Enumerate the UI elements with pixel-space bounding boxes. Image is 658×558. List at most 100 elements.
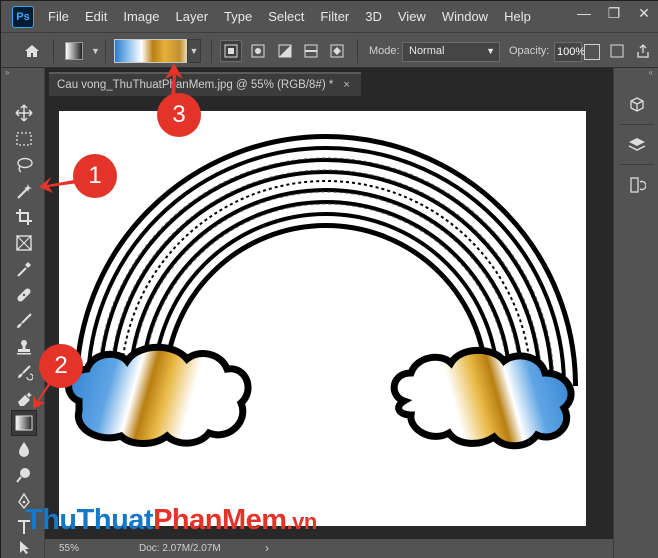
chevron-down-icon: ▼: [189, 46, 199, 56]
status-bar: 55% Doc: 2.07M/2.07M ›: [45, 539, 613, 558]
gradient-icon: [15, 415, 33, 431]
callout-arrow-1: [39, 177, 79, 193]
document-size: Doc: 2.07M/2.07M: [139, 543, 221, 554]
chevron-right-icon[interactable]: ›: [265, 541, 269, 555]
options-separator: [357, 39, 358, 63]
3d-panel-button[interactable]: [622, 90, 652, 120]
dodge-icon: [16, 468, 30, 483]
menu-bar: Ps File Edit Image Layer Type Select Fil…: [1, 1, 658, 32]
path-selection-tool[interactable]: [11, 538, 37, 556]
menu-select[interactable]: Select: [260, 1, 312, 32]
rainbow-artwork: [65, 134, 578, 450]
magic-wand-tool[interactable]: [11, 178, 37, 204]
dock-group-1: [614, 90, 658, 120]
eyedropper-tool[interactable]: [11, 256, 37, 282]
healing-brush-tool[interactable]: [11, 282, 37, 308]
history-icon: [630, 177, 646, 193]
brush-icon: [17, 313, 32, 328]
opacity-input[interactable]: 100%: [554, 42, 585, 62]
history-panel-button[interactable]: [622, 170, 652, 200]
blur-tool[interactable]: [11, 436, 37, 462]
tool-preset-picker[interactable]: [65, 42, 83, 60]
document-tab-title: Cau vong_ThuThuatPhanMem.jpg @ 55% (RGB/…: [57, 79, 334, 91]
opacity-label: Opacity:: [509, 45, 550, 57]
panel-collapse-icon[interactable]: «: [614, 68, 658, 82]
reflected-gradient-icon: [304, 44, 318, 58]
zoom-level[interactable]: 55%: [59, 543, 79, 554]
menu-3d[interactable]: 3D: [357, 1, 390, 32]
menu-help[interactable]: Help: [496, 1, 539, 32]
crop-icon: [16, 209, 32, 225]
frame-icon: [16, 235, 32, 251]
share-button[interactable]: [633, 41, 653, 61]
callout-badge-3: 3: [159, 95, 199, 135]
callout-arrow-2: [33, 379, 53, 409]
dock-group-2: [614, 130, 658, 160]
mode-select[interactable]: Normal ▼: [402, 42, 500, 62]
opacity-slider-button[interactable]: [584, 44, 600, 60]
gradient-tool[interactable]: [11, 410, 37, 436]
crop-tool[interactable]: [11, 204, 37, 230]
radial-gradient-icon: [251, 44, 265, 58]
layers-icon: [628, 138, 646, 151]
document-tab[interactable]: Cau vong_ThuThuatPhanMem.jpg @ 55% (RGB/…: [49, 72, 361, 96]
dock-separator: [620, 124, 654, 125]
watermark-part1: ThuThuat: [25, 504, 154, 536]
home-icon: [25, 45, 39, 57]
menu-type[interactable]: Type: [216, 1, 260, 32]
radial-gradient-button[interactable]: [247, 40, 269, 62]
checkbox-icon: [610, 44, 624, 58]
menu-file[interactable]: File: [40, 1, 77, 32]
watermark-part3: .vn: [286, 509, 318, 534]
panel-collapse-icon[interactable]: »: [1, 68, 44, 82]
diamond-gradient-button[interactable]: [326, 40, 348, 62]
close-button[interactable]: ✕: [629, 1, 658, 25]
dodge-tool[interactable]: [11, 462, 37, 488]
menu-view[interactable]: View: [390, 1, 434, 32]
layers-panel-button[interactable]: [622, 130, 652, 160]
stamp-icon: [17, 340, 31, 355]
panel-dock: «: [613, 68, 658, 558]
angle-gradient-button[interactable]: [274, 40, 296, 62]
share-icon: [637, 44, 649, 58]
mode-value: Normal: [409, 45, 445, 57]
chevron-down-icon[interactable]: ▼: [91, 46, 100, 70]
gradient-dropdown-button[interactable]: ▼: [187, 39, 201, 63]
menu-edit[interactable]: Edit: [77, 1, 115, 32]
move-tool[interactable]: [11, 100, 37, 126]
options-separator: [53, 39, 54, 63]
arrow-icon: [20, 541, 29, 554]
clone-stamp-tool[interactable]: [11, 334, 37, 360]
site-watermark: ThuThuatPhanMem.vn: [25, 504, 317, 537]
menu-filter[interactable]: Filter: [312, 1, 357, 32]
minimize-button[interactable]: —: [569, 1, 599, 25]
linear-gradient-button[interactable]: [220, 40, 242, 62]
home-button[interactable]: [19, 39, 45, 63]
reflected-gradient-button[interactable]: [300, 40, 322, 62]
options-bar: ▼ ▼ Mode: Normal ▼ Opacity: 100%: [1, 32, 658, 68]
mode-label: Mode:: [369, 45, 400, 57]
frame-tool[interactable]: [11, 230, 37, 256]
options-separator: [105, 39, 106, 63]
dock-separator: [620, 164, 654, 165]
gradient-picker[interactable]: [114, 39, 192, 63]
restore-button[interactable]: ❐: [599, 1, 629, 25]
reverse-checkbox[interactable]: [607, 41, 627, 61]
watermark-part2: PhanMem: [153, 504, 287, 536]
brush-tool[interactable]: [11, 308, 37, 334]
image-canvas[interactable]: [59, 111, 586, 526]
menu-window[interactable]: Window: [434, 1, 496, 32]
eyedropper-icon: [17, 262, 31, 277]
marquee-tool[interactable]: [11, 126, 37, 152]
bandage-icon: [17, 288, 31, 302]
menu-layer[interactable]: Layer: [168, 1, 217, 32]
menu-image[interactable]: Image: [115, 1, 167, 32]
chevron-down-icon: ▼: [486, 46, 495, 56]
tools-panel: »: [1, 68, 45, 558]
close-icon[interactable]: ×: [343, 79, 349, 91]
right-cloud: [390, 346, 575, 450]
photoshop-logo[interactable]: Ps: [12, 5, 34, 28]
lasso-tool[interactable]: [11, 152, 37, 178]
callout-badge-1: 1: [75, 156, 115, 196]
lasso-icon: [17, 157, 33, 173]
